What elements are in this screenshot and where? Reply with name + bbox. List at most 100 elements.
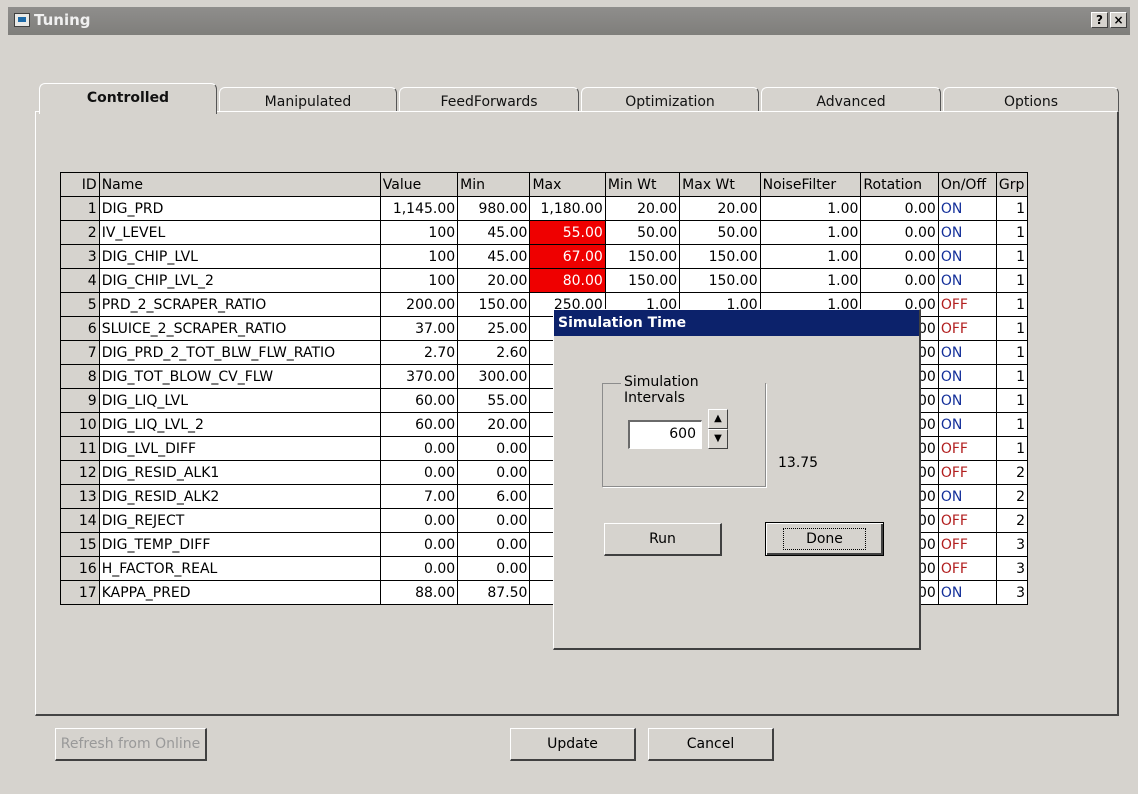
cell-value[interactable]: 100: [379, 244, 459, 269]
cell-min-wt[interactable]: 20.00: [604, 196, 681, 221]
cell-grp[interactable]: 1: [995, 316, 1029, 341]
cell-grp[interactable]: 1: [995, 364, 1029, 389]
cell-min[interactable]: 20.00: [457, 268, 531, 293]
cell-id[interactable]: 2: [60, 220, 100, 245]
cell-value[interactable]: 60.00: [379, 412, 459, 437]
cell-value[interactable]: 100: [379, 268, 459, 293]
cell-min[interactable]: 300.00: [457, 364, 531, 389]
cell-min[interactable]: 0.00: [457, 508, 531, 533]
cell-value[interactable]: 0.00: [379, 532, 459, 557]
cell-grp[interactable]: 1: [995, 244, 1029, 269]
cell-min[interactable]: 25.00: [457, 316, 531, 341]
cell-min[interactable]: 0.00: [457, 436, 531, 461]
tab-controlled[interactable]: Controlled: [39, 83, 217, 114]
cell-id[interactable]: 6: [60, 316, 100, 341]
cell-min[interactable]: 55.00: [457, 388, 531, 413]
cell-rotation[interactable]: 0.00: [860, 196, 939, 221]
run-button[interactable]: Run: [604, 523, 722, 556]
cell-value[interactable]: 370.00: [379, 364, 459, 389]
cell-on-off[interactable]: ON: [937, 196, 997, 221]
cell-on-off[interactable]: ON: [937, 364, 997, 389]
cell-noisefilter[interactable]: 1.00: [759, 220, 862, 245]
cell-id[interactable]: 7: [60, 340, 100, 365]
cell-on-off[interactable]: OFF: [937, 532, 997, 557]
cell-on-off[interactable]: ON: [937, 580, 997, 605]
cell-grp[interactable]: 3: [995, 556, 1029, 581]
cell-value[interactable]: 0.00: [379, 436, 459, 461]
cell-on-off[interactable]: ON: [937, 244, 997, 269]
cell-on-off[interactable]: OFF: [937, 436, 997, 461]
cell-on-off[interactable]: ON: [937, 412, 997, 437]
cell-id[interactable]: 10: [60, 412, 100, 437]
cell-grp[interactable]: 1: [995, 268, 1029, 293]
cell-id[interactable]: 4: [60, 268, 100, 293]
cell-max-wt[interactable]: 150.00: [679, 244, 761, 269]
cell-min[interactable]: 45.00: [457, 244, 531, 269]
cell-name[interactable]: DIG_RESID_ALK2: [98, 484, 381, 509]
cell-grp[interactable]: 1: [995, 436, 1029, 461]
cell-name[interactable]: KAPPA_PRED: [98, 580, 381, 605]
cell-max[interactable]: 67.00: [529, 244, 606, 269]
cell-name[interactable]: IV_LEVEL: [98, 220, 381, 245]
table-row[interactable]: 4 DIG_CHIP_LVL_2 100 20.00 80.00 150.00 150.00…: [60, 268, 1029, 293]
cell-on-off[interactable]: ON: [937, 484, 997, 509]
cell-name[interactable]: H_FACTOR_REAL: [98, 556, 381, 581]
header-id[interactable]: ID: [60, 172, 100, 197]
cell-id[interactable]: 1: [60, 196, 100, 221]
cell-rotation[interactable]: 0.00: [860, 220, 939, 245]
cell-on-off[interactable]: OFF: [937, 316, 997, 341]
cell-id[interactable]: 8: [60, 364, 100, 389]
cell-value[interactable]: 37.00: [379, 316, 459, 341]
cell-min[interactable]: 0.00: [457, 532, 531, 557]
cell-value[interactable]: 2.70: [379, 340, 459, 365]
cell-id[interactable]: 3: [60, 244, 100, 269]
cell-value[interactable]: 200.00: [379, 292, 459, 317]
header-value[interactable]: Value: [379, 172, 459, 197]
cell-id[interactable]: 5: [60, 292, 100, 317]
cell-on-off[interactable]: OFF: [937, 460, 997, 485]
cell-grp[interactable]: 1: [995, 412, 1029, 437]
cell-on-off[interactable]: ON: [937, 220, 997, 245]
cancel-button[interactable]: Cancel: [648, 728, 774, 761]
cell-max-wt[interactable]: 50.00: [679, 220, 761, 245]
header-rotation[interactable]: Rotation: [860, 172, 939, 197]
cell-min-wt[interactable]: 50.00: [604, 220, 681, 245]
spin-down-button[interactable]: ▼: [708, 429, 728, 449]
cell-grp[interactable]: 2: [995, 484, 1029, 509]
cell-grp[interactable]: 2: [995, 460, 1029, 485]
cell-id[interactable]: 17: [60, 580, 100, 605]
cell-name[interactable]: DIG_LIQ_LVL: [98, 388, 381, 413]
cell-on-off[interactable]: ON: [937, 340, 997, 365]
cell-name[interactable]: DIG_PRD_2_TOT_BLW_FLW_RATIO: [98, 340, 381, 365]
done-button[interactable]: Done: [765, 522, 884, 556]
cell-max[interactable]: 1,180.00: [529, 196, 606, 221]
cell-rotation[interactable]: 0.00: [860, 244, 939, 269]
header-noisefilter[interactable]: NoiseFilter: [759, 172, 862, 197]
header-max-wt[interactable]: Max Wt: [679, 172, 761, 197]
cell-noisefilter[interactable]: 1.00: [759, 196, 862, 221]
cell-grp[interactable]: 1: [995, 220, 1029, 245]
cell-grp[interactable]: 3: [995, 580, 1029, 605]
cell-max[interactable]: 55.00: [529, 220, 606, 245]
cell-name[interactable]: DIG_TOT_BLOW_CV_FLW: [98, 364, 381, 389]
cell-name[interactable]: DIG_CHIP_LVL_2: [98, 268, 381, 293]
cell-min[interactable]: 0.00: [457, 556, 531, 581]
cell-name[interactable]: DIG_CHIP_LVL: [98, 244, 381, 269]
cell-name[interactable]: DIG_REJECT: [98, 508, 381, 533]
close-button[interactable]: ×: [1110, 12, 1127, 28]
cell-grp[interactable]: 1: [995, 292, 1029, 317]
cell-min-wt[interactable]: 150.00: [604, 268, 681, 293]
cell-on-off[interactable]: OFF: [937, 508, 997, 533]
cell-on-off[interactable]: ON: [937, 268, 997, 293]
cell-value[interactable]: 100: [379, 220, 459, 245]
cell-value[interactable]: 0.00: [379, 508, 459, 533]
spin-up-button[interactable]: ▲: [708, 409, 728, 429]
cell-name[interactable]: DIG_LVL_DIFF: [98, 436, 381, 461]
header-on-off[interactable]: On/Off: [937, 172, 997, 197]
simulation-intervals-input[interactable]: 600: [628, 420, 702, 449]
header-name[interactable]: Name: [98, 172, 381, 197]
cell-min[interactable]: 2.60: [457, 340, 531, 365]
cell-min[interactable]: 20.00: [457, 412, 531, 437]
cell-value[interactable]: 1,145.00: [379, 196, 459, 221]
cell-min[interactable]: 6.00: [457, 484, 531, 509]
